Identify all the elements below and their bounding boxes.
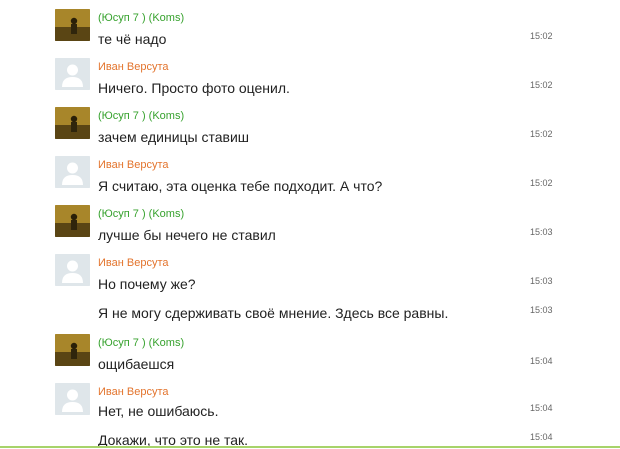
message-text: ощибаешся — [98, 356, 175, 372]
user-avatar[interactable] — [55, 205, 90, 237]
message-time: 15:03 — [530, 227, 553, 237]
person-photo-icon — [55, 9, 90, 41]
message-text: Я считаю, эта оценка тебе подходит. А чт… — [98, 178, 383, 194]
message-author[interactable]: (Юсуп 7 ) (Koms) — [98, 337, 184, 350]
message-author[interactable]: Иван Версута — [98, 257, 168, 270]
user-avatar[interactable] — [55, 107, 90, 139]
person-photo-icon — [55, 107, 90, 139]
message-time: 15:04 — [530, 356, 553, 366]
message-author[interactable]: (Юсуп 7 ) (Koms) — [98, 208, 184, 221]
user-avatar[interactable] — [55, 383, 90, 415]
person-photo-icon — [55, 334, 90, 366]
message-item: (Юсуп 7 ) (Koms) зачем единицы ставиш 15… — [55, 107, 560, 153]
message-text: зачем единицы ставиш — [98, 129, 250, 145]
message-text: те чё надо — [98, 31, 167, 47]
message-item: Иван Версута Нет, не ошибаюсь. 15:04 Док… — [55, 383, 560, 449]
default-user-icon — [55, 383, 90, 415]
message-author[interactable]: Иван Версута — [98, 159, 168, 172]
message-author[interactable]: (Юсуп 7 ) (Koms) — [98, 12, 184, 25]
user-avatar[interactable] — [55, 156, 90, 188]
user-avatar[interactable] — [55, 58, 90, 90]
message-time: 15:04 — [530, 432, 553, 442]
message-time: 15:02 — [530, 31, 553, 41]
person-photo-icon — [55, 205, 90, 237]
default-user-icon — [55, 58, 90, 90]
user-avatar[interactable] — [55, 9, 90, 41]
message-item: Иван Версута Но почему же? 15:03 Я не мо… — [55, 254, 560, 326]
message-time: 15:02 — [530, 178, 553, 188]
message-text: Но почему же? — [98, 276, 196, 292]
message-author[interactable]: Иван Версута — [98, 61, 168, 74]
message-time: 15:03 — [530, 305, 553, 315]
message-author[interactable]: (Юсуп 7 ) (Koms) — [98, 110, 184, 123]
message-item: (Юсуп 7 ) (Koms) ощибаешся 15:04 — [55, 334, 560, 380]
message-item: Иван Версута Я считаю, эта оценка тебе п… — [55, 156, 560, 202]
message-time: 15:02 — [530, 80, 553, 90]
message-text: Ничего. Просто фото оценил. — [98, 80, 290, 96]
chat-history: (Юсуп 7 ) (Koms) те чё надо 15:02 Иван В… — [0, 0, 620, 449]
message-text: Нет, не ошибаюсь. — [98, 403, 219, 419]
default-user-icon — [55, 254, 90, 286]
default-user-icon — [55, 156, 90, 188]
message-text: лучше бы нечего не ставил — [98, 227, 276, 243]
message-item: (Юсуп 7 ) (Koms) те чё надо 15:02 — [55, 9, 560, 55]
message-time: 15:03 — [530, 276, 553, 286]
message-item: (Юсуп 7 ) (Koms) лучше бы нечего не став… — [55, 205, 560, 251]
input-area-divider — [0, 446, 620, 448]
message-text-continued: Я не могу сдерживать своё мнение. Здесь … — [98, 305, 449, 321]
message-time: 15:04 — [530, 403, 553, 413]
message-author[interactable]: Иван Версута — [98, 386, 168, 399]
message-time: 15:02 — [530, 129, 553, 139]
message-item: Иван Версута Ничего. Просто фото оценил.… — [55, 58, 560, 104]
user-avatar[interactable] — [55, 254, 90, 286]
user-avatar[interactable] — [55, 334, 90, 366]
